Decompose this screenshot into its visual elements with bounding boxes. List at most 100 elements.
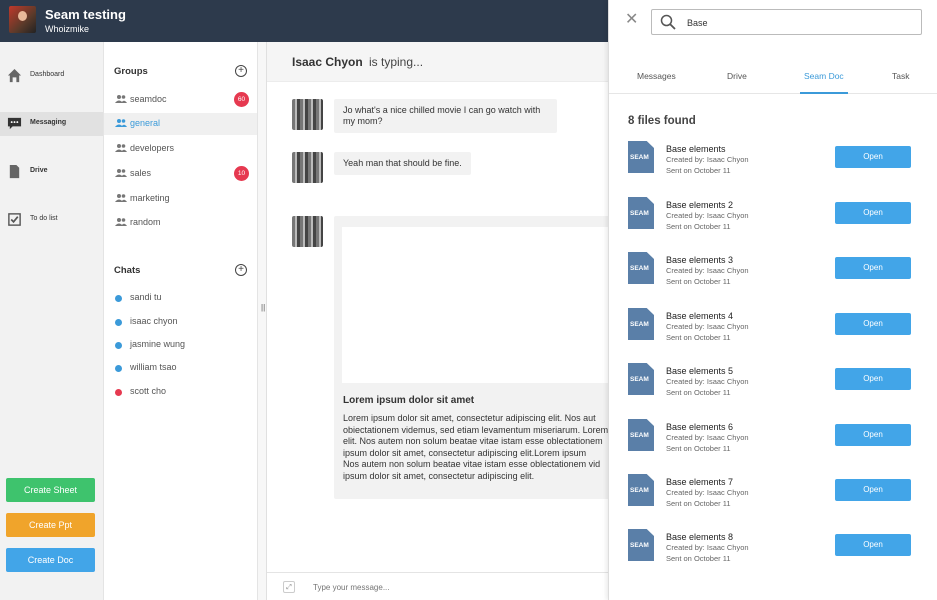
file-name[interactable]: Base elements 8 bbox=[666, 532, 733, 542]
unread-badge: 10 bbox=[234, 166, 249, 181]
status-dot bbox=[115, 342, 122, 349]
group-label: random bbox=[130, 217, 161, 227]
resize-handle[interactable]: || bbox=[258, 42, 267, 600]
file-date: Sent on October 11 bbox=[666, 554, 731, 563]
group-item-general[interactable]: general bbox=[104, 113, 257, 135]
message-bubble: Jo what's a nice chilled movie I can go … bbox=[334, 99, 557, 133]
open-button[interactable]: Open bbox=[835, 479, 911, 501]
open-button[interactable]: Open bbox=[835, 424, 911, 446]
attach-icon[interactable]: ⤢ bbox=[283, 581, 295, 593]
search-box[interactable] bbox=[651, 9, 922, 35]
card-title: Lorem ipsum dolor sit amet bbox=[343, 395, 475, 406]
open-button[interactable]: Open bbox=[835, 368, 911, 390]
card-body: Lorem ipsum dolor sit amet, consectetur … bbox=[343, 413, 608, 481]
group-item-random[interactable]: random bbox=[104, 212, 257, 234]
seam-doc-icon: SEAM bbox=[628, 474, 654, 506]
file-result: SEAM Base elements 2 Created by: Isaac C… bbox=[609, 197, 937, 240]
file-result: SEAM Base elements 3 Created by: Isaac C… bbox=[609, 252, 937, 295]
file-result: SEAM Base elements Created by: Isaac Chy… bbox=[609, 141, 937, 184]
group-item-marketing[interactable]: marketing bbox=[104, 188, 257, 210]
chat-item-isaac-chyon[interactable]: isaac chyon bbox=[104, 312, 257, 334]
avatar[interactable] bbox=[292, 216, 323, 247]
search-tabs: Messages Drive Seam Doc Task bbox=[609, 60, 937, 94]
nav-item-messaging[interactable]: Messaging bbox=[0, 112, 103, 136]
file-date: Sent on October 11 bbox=[666, 277, 731, 286]
file-name[interactable]: Base elements bbox=[666, 144, 726, 154]
group-item-seamdoc[interactable]: seamdoc 60 bbox=[104, 89, 257, 111]
open-button[interactable]: Open bbox=[835, 146, 911, 168]
chat-label: jasmine wung bbox=[130, 339, 186, 349]
file-name[interactable]: Base elements 2 bbox=[666, 200, 733, 210]
create-doc-button[interactable]: Create Doc bbox=[6, 548, 95, 572]
tab-drive[interactable]: Drive bbox=[727, 71, 747, 81]
card-image[interactable] bbox=[342, 227, 608, 383]
create-sheet-button[interactable]: Create Sheet bbox=[6, 478, 95, 502]
add-group-button[interactable]: + bbox=[235, 65, 247, 77]
open-button[interactable]: Open bbox=[835, 202, 911, 224]
file-date: Sent on October 11 bbox=[666, 499, 731, 508]
open-button[interactable]: Open bbox=[835, 313, 911, 335]
message-composer: ⤢ bbox=[267, 572, 608, 600]
file-author: Created by: Isaac Chyon bbox=[666, 543, 749, 552]
file-author: Created by: Isaac Chyon bbox=[666, 322, 749, 331]
nav-label: Messaging bbox=[30, 119, 67, 126]
chat-item-william-tsao[interactable]: william tsao bbox=[104, 358, 257, 380]
status-dot bbox=[115, 319, 122, 326]
file-name[interactable]: Base elements 4 bbox=[666, 311, 733, 321]
status-dot bbox=[115, 365, 122, 372]
search-input[interactable] bbox=[687, 16, 907, 30]
chat-bubble-icon bbox=[7, 117, 22, 130]
tab-task[interactable]: Task bbox=[892, 71, 909, 81]
file-name[interactable]: Base elements 6 bbox=[666, 422, 733, 432]
tab-seam-doc[interactable]: Seam Doc bbox=[804, 71, 844, 81]
file-date: Sent on October 11 bbox=[666, 388, 731, 397]
group-label: seamdoc bbox=[130, 94, 167, 104]
tab-messages[interactable]: Messages bbox=[637, 71, 676, 81]
search-icon bbox=[660, 14, 676, 30]
file-name[interactable]: Base elements 7 bbox=[666, 477, 733, 487]
left-nav: Dashboard Messaging Drive To do list Cre… bbox=[0, 42, 104, 600]
file-icon bbox=[9, 164, 20, 179]
nav-item-drive[interactable]: Drive bbox=[0, 160, 103, 184]
group-item-developers[interactable]: developers bbox=[104, 138, 257, 160]
chat-item-scott-cho[interactable]: scott cho bbox=[104, 382, 257, 404]
chats-title: Chats bbox=[114, 265, 141, 276]
home-icon bbox=[7, 68, 22, 83]
chat-header: Isaac Chyon is typing... bbox=[267, 42, 608, 82]
close-icon[interactable]: ✕ bbox=[625, 12, 638, 28]
seam-doc-icon: SEAM bbox=[628, 363, 654, 395]
chat-label: scott cho bbox=[130, 386, 167, 396]
create-ppt-button[interactable]: Create Ppt bbox=[6, 513, 95, 537]
chat-item-jasmine-wung[interactable]: jasmine wung bbox=[104, 335, 257, 357]
avatar[interactable] bbox=[292, 152, 323, 183]
status-dot bbox=[115, 389, 122, 396]
nav-item-dashboard[interactable]: Dashboard bbox=[0, 64, 103, 88]
seam-doc-icon: SEAM bbox=[628, 141, 654, 173]
file-name[interactable]: Base elements 3 bbox=[666, 255, 733, 265]
contact-name: Isaac Chyon bbox=[292, 55, 363, 69]
file-name[interactable]: Base elements 5 bbox=[666, 366, 733, 376]
checkbox-icon bbox=[8, 213, 21, 226]
seam-doc-icon: SEAM bbox=[628, 197, 654, 229]
add-chat-button[interactable]: + bbox=[235, 264, 247, 276]
message-card: Lorem ipsum dolor sit amet Lorem ipsum d… bbox=[334, 216, 608, 499]
file-date: Sent on October 11 bbox=[666, 333, 731, 342]
people-icon bbox=[115, 218, 127, 226]
open-button[interactable]: Open bbox=[835, 534, 911, 556]
group-label: general bbox=[130, 118, 161, 128]
results-count: 8 files found bbox=[628, 115, 696, 127]
file-result: SEAM Base elements 7 Created by: Isaac C… bbox=[609, 474, 937, 517]
open-button[interactable]: Open bbox=[835, 257, 911, 279]
nav-label: Dashboard bbox=[30, 71, 65, 78]
active-tab-indicator bbox=[800, 92, 848, 94]
message-input[interactable] bbox=[313, 580, 593, 594]
nav-item-todo[interactable]: To do list bbox=[0, 208, 103, 232]
file-result: SEAM Base elements 8 Created by: Isaac C… bbox=[609, 529, 937, 572]
file-author: Created by: Isaac Chyon bbox=[666, 266, 749, 275]
group-item-sales[interactable]: sales 10 bbox=[104, 163, 257, 185]
avatar[interactable] bbox=[292, 99, 323, 130]
avatar[interactable] bbox=[9, 6, 36, 33]
typing-indicator: is typing... bbox=[369, 55, 424, 69]
chat-item-sandi-tu[interactable]: sandi tu bbox=[104, 288, 257, 310]
seam-doc-icon: SEAM bbox=[628, 308, 654, 340]
